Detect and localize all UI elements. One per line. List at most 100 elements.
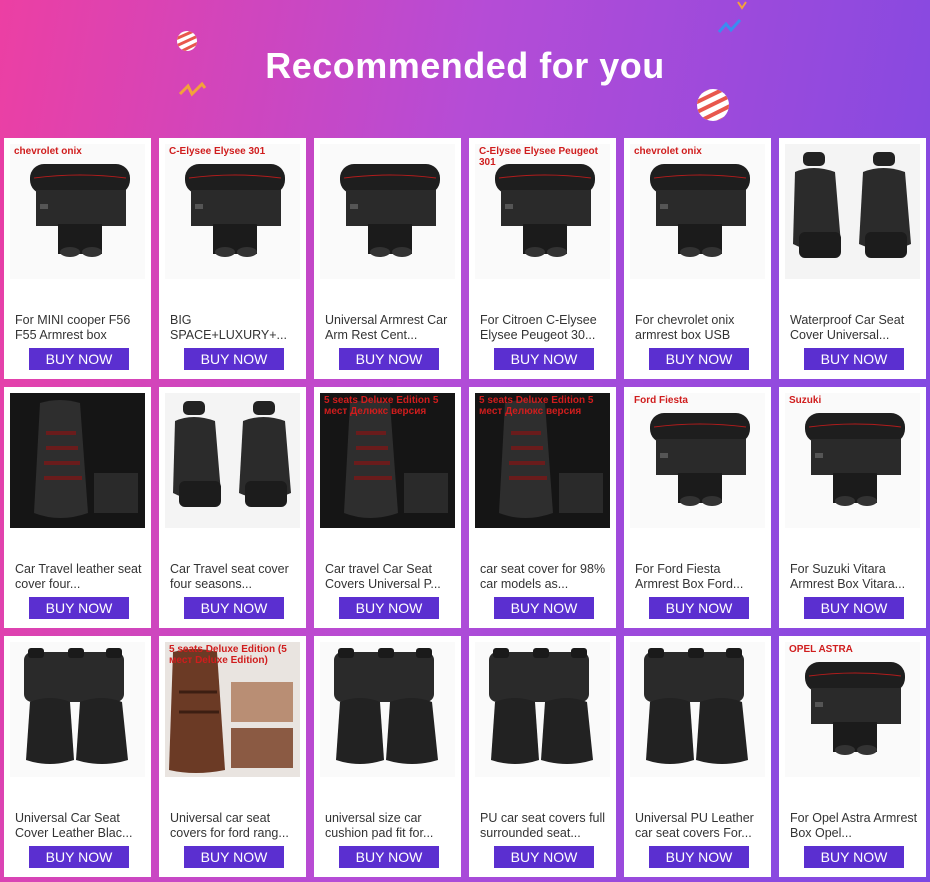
product-card[interactable]: chevrolet onix For MINI cooper F56 F55 Ar… [4,138,151,379]
product-title[interactable]: For Citroen C-Elysee Elysee Peugeot 30..… [480,313,608,343]
product-title-text: For Opel Astra Armrest Box Opel... [790,811,918,840]
product-card[interactable]: C-Elysee Elysee 301 BIG SPACE+LUXURY+... B… [159,138,306,379]
buy-now-button[interactable]: BUY NOW [649,348,749,370]
buy-now-button[interactable]: BUY NOW [184,597,284,619]
product-title[interactable]: Car Travel seat cover four seasons... [170,562,298,592]
buy-now-button[interactable]: BUY NOW [804,348,904,370]
product-title-text: For Citroen C-Elysee Elysee Peugeot 30..… [480,313,597,342]
product-title[interactable]: BIG SPACE+LUXURY+... [170,313,298,343]
buy-now-button[interactable]: BUY NOW [339,846,439,868]
product-title[interactable]: universal size car cushion pad fit for..… [325,811,453,841]
seat-cover-image[interactable] [475,642,610,777]
product-title[interactable]: Universal Armrest Car Arm Rest Cent... [325,313,453,343]
product-card[interactable]: 5 seats Deluxe Edition (5 мест Deluxe Ed… [159,636,306,877]
seat-cover-image[interactable] [785,144,920,279]
armrest-image[interactable]: Ford Fiesta [630,393,765,528]
seat-cover-image[interactable]: 5 seats Deluxe Edition 5 мест Делюкс вер… [475,393,610,528]
product-title[interactable]: Car Travel leather seat cover four... [15,562,143,592]
product-card[interactable]: Waterproof Car Seat Cover Universal... BU… [779,138,926,379]
buy-now-button[interactable]: BUY NOW [184,348,284,370]
product-title-text: Universal Car Seat Cover Leather Blac... [15,811,133,840]
striped-ball-icon [697,89,729,121]
product-title[interactable]: car seat cover for 98% car models as... [480,562,608,592]
buy-now-button[interactable]: BUY NOW [184,846,284,868]
product-title-text: Car Travel seat cover four seasons... [170,562,289,591]
product-title[interactable]: For Ford Fiesta Armrest Box Ford... [635,562,763,592]
armrest-image[interactable]: chevrolet onix [630,144,765,279]
buy-now-button[interactable]: BUY NOW [494,597,594,619]
product-title-text: Car travel Car Seat Covers Universal P..… [325,562,441,591]
product-title[interactable]: Universal PU Leather car seat covers For… [635,811,763,841]
product-card[interactable]: Car Travel seat cover four seasons... BUY… [159,387,306,628]
product-title[interactable]: Universal Car Seat Cover Leather Blac... [15,811,143,841]
buy-now-button[interactable]: BUY NOW [339,597,439,619]
product-card[interactable]: PU car seat covers full surrounded seat.… [469,636,616,877]
product-title[interactable]: Car travel Car Seat Covers Universal P..… [325,562,453,592]
seat-cover-image[interactable] [10,393,145,528]
buy-now-button[interactable]: BUY NOW [804,846,904,868]
product-title[interactable]: For chevrolet onix armrest box USB [635,313,763,343]
product-title-text: car seat cover for 98% car models as... [480,562,606,591]
product-title-text: For Suzuki Vitara Armrest Box Vitara... [790,562,906,591]
buy-now-button[interactable]: BUY NOW [649,597,749,619]
product-card[interactable]: Universal PU Leather car seat covers For… [624,636,771,877]
seat-cover-image[interactable] [320,642,455,777]
product-card[interactable]: Ford Fiesta For Ford Fiesta Armrest Box F… [624,387,771,628]
buy-now-button[interactable]: BUY NOW [494,348,594,370]
armrest-image[interactable]: chevrolet onix [10,144,145,279]
product-title-text: For chevrolet onix armrest box USB [635,313,735,342]
product-image-label: 5 seats Deluxe Edition 5 мест Делюкс вер… [324,395,439,417]
seat-cover-image[interactable] [165,393,300,528]
product-title[interactable]: Universal car seat covers for ford rang.… [170,811,298,841]
product-image-label: C-Elysee Elysee 301 [169,146,266,157]
product-card[interactable]: 5 seats Deluxe Edition 5 мест Делюкс вер… [314,387,461,628]
product-title-text: Universal Armrest Car Arm Rest Cent... [325,313,448,342]
seat-cover-image[interactable]: 5 seats Deluxe Edition 5 мест Делюкс вер… [320,393,455,528]
product-title-text: Car Travel leather seat cover four... [15,562,142,591]
seat-cover-image[interactable] [630,642,765,777]
armrest-image[interactable]: OPEL ASTRA [785,642,920,777]
seat-cover-image[interactable]: 5 seats Deluxe Edition (5 мест Deluxe Ed… [165,642,300,777]
product-card[interactable]: Suzuki For Suzuki Vitara Armrest Box Vita… [779,387,926,628]
product-title[interactable]: For Suzuki Vitara Armrest Box Vitara... [790,562,918,592]
product-title[interactable]: PU car seat covers full surrounded seat.… [480,811,608,841]
streamer-icon [737,1,747,10]
product-card[interactable]: Car Travel leather seat cover four... BUY… [4,387,151,628]
product-card[interactable]: Universal Armrest Car Arm Rest Cent... BU… [314,138,461,379]
buy-now-button[interactable]: BUY NOW [29,597,129,619]
buy-now-button[interactable]: BUY NOW [494,846,594,868]
product-title-text: Waterproof Car Seat Cover Universal... [790,313,905,342]
buy-now-button[interactable]: BUY NOW [804,597,904,619]
product-image-label: OPEL ASTRA [789,644,853,655]
product-image-label: Suzuki [789,395,822,406]
product-card[interactable]: C-Elysee Elysee Peugeot 301 For Citroen C… [469,138,616,379]
product-card[interactable]: 5 seats Deluxe Edition 5 мест Делюкс вер… [469,387,616,628]
armrest-image[interactable]: C-Elysee Elysee 301 [165,144,300,279]
armrest-image[interactable]: Suzuki [785,393,920,528]
product-title-text: Universal car seat covers for ford rang.… [170,811,289,840]
buy-now-button[interactable]: BUY NOW [29,846,129,868]
product-image-label: chevrolet onix [14,146,82,157]
product-card[interactable]: chevrolet onix For chevrolet onix armrest… [624,138,771,379]
buy-now-button[interactable]: BUY NOW [339,348,439,370]
product-image-label: chevrolet onix [634,146,702,157]
product-image-label: Ford Fiesta [634,395,688,406]
armrest-image[interactable]: C-Elysee Elysee Peugeot 301 [475,144,610,279]
product-title-text: For Ford Fiesta Armrest Box Ford... [635,562,744,591]
product-image-label: 5 seats Deluxe Edition (5 мест Deluxe Ed… [169,644,287,666]
armrest-image[interactable] [320,144,455,279]
product-image-label: C-Elysee Elysee Peugeot 301 [479,146,598,168]
buy-now-button[interactable]: BUY NOW [29,348,129,370]
buy-now-button[interactable]: BUY NOW [649,846,749,868]
product-image-label: 5 seats Deluxe Edition 5 мест Делюкс вер… [479,395,594,417]
product-card[interactable]: universal size car cushion pad fit for..… [314,636,461,877]
page-title: Recommended for you [265,45,665,86]
streamer-icon [717,18,742,33]
product-title[interactable]: For MINI cooper F56 F55 Armrest box [15,313,143,343]
product-title[interactable]: Waterproof Car Seat Cover Universal... [790,313,918,343]
product-card[interactable]: OPEL ASTRA For Opel Astra Armrest Box Ope… [779,636,926,877]
product-card[interactable]: Universal Car Seat Cover Leather Blac...… [4,636,151,877]
product-title[interactable]: For Opel Astra Armrest Box Opel... [790,811,918,841]
product-title-text: Universal PU Leather car seat covers For… [635,811,754,840]
seat-cover-image[interactable] [10,642,145,777]
